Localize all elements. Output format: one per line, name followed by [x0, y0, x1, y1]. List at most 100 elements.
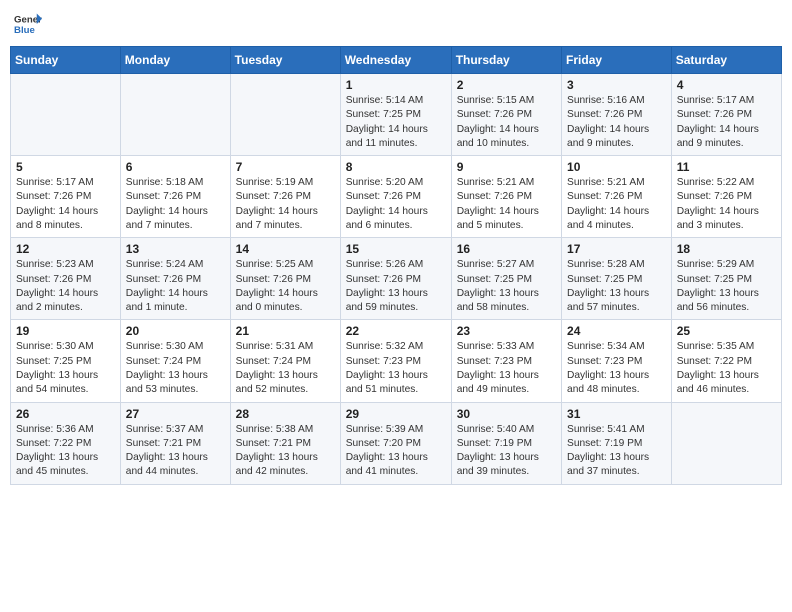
day-info: Sunrise: 5:17 AM Sunset: 7:26 PM Dayligh… — [16, 176, 115, 233]
calendar-cell: 30Sunrise: 5:40 AM Sunset: 7:19 PM Dayli… — [451, 402, 561, 484]
day-header-friday: Friday — [562, 47, 672, 74]
day-number: 24 — [567, 324, 666, 338]
day-info: Sunrise: 5:41 AM Sunset: 7:19 PM Dayligh… — [567, 423, 666, 480]
day-number: 13 — [126, 242, 225, 256]
calendar-header: SundayMondayTuesdayWednesdayThursdayFrid… — [11, 47, 782, 74]
day-number: 20 — [126, 324, 225, 338]
logo-icon: General Blue — [14, 10, 42, 38]
day-header-saturday: Saturday — [671, 47, 781, 74]
day-number: 2 — [457, 78, 556, 92]
day-number: 10 — [567, 160, 666, 174]
day-info: Sunrise: 5:37 AM Sunset: 7:21 PM Dayligh… — [126, 423, 225, 480]
day-number: 11 — [677, 160, 776, 174]
day-info: Sunrise: 5:22 AM Sunset: 7:26 PM Dayligh… — [677, 176, 776, 233]
day-info: Sunrise: 5:30 AM Sunset: 7:24 PM Dayligh… — [126, 340, 225, 397]
day-info: Sunrise: 5:23 AM Sunset: 7:26 PM Dayligh… — [16, 258, 115, 315]
day-info: Sunrise: 5:21 AM Sunset: 7:26 PM Dayligh… — [457, 176, 556, 233]
day-number: 15 — [346, 242, 446, 256]
calendar-cell: 19 Sunrise: 5:30 AM Sunset: 7:25 PM Dayli… — [11, 320, 121, 402]
calendar-cell: 9Sunrise: 5:21 AM Sunset: 7:26 PM Daylig… — [451, 156, 561, 238]
calendar-table: SundayMondayTuesdayWednesdayThursdayFrid… — [10, 46, 782, 485]
day-info: Sunrise: 5:30 AM Sunset: 7:25 PM Dayligh… — [16, 340, 115, 397]
day-info: Sunrise: 5:39 AM Sunset: 7:20 PM Dayligh… — [346, 423, 446, 480]
day-number: 3 — [567, 78, 666, 92]
calendar-cell: 6 Sunrise: 5:18 AM Sunset: 7:26 PM Daylig… — [120, 156, 230, 238]
day-info: Sunrise: 5:15 AM Sunset: 7:26 PM Dayligh… — [457, 94, 556, 151]
day-number: 6 — [126, 160, 225, 174]
calendar-week-4: 19 Sunrise: 5:30 AM Sunset: 7:25 PM Dayli… — [11, 320, 782, 402]
day-info: Sunrise: 5:34 AM Sunset: 7:23 PM Dayligh… — [567, 340, 666, 397]
day-number: 4 — [677, 78, 776, 92]
calendar-week-1: 1 Sunrise: 5:14 AM Sunset: 7:25 PM Daylig… — [11, 74, 782, 156]
day-number: 14 — [236, 242, 335, 256]
day-number: 31 — [567, 407, 666, 421]
day-info: Sunrise: 5:27 AM Sunset: 7:25 PM Dayligh… — [457, 258, 556, 315]
calendar-cell: 2 Sunrise: 5:15 AM Sunset: 7:26 PM Daylig… — [451, 74, 561, 156]
calendar-cell — [671, 402, 781, 484]
calendar-cell: 21Sunrise: 5:31 AM Sunset: 7:24 PM Dayli… — [230, 320, 340, 402]
calendar-cell: 13 Sunrise: 5:24 AM Sunset: 7:26 PM Dayli… — [120, 238, 230, 320]
day-number: 17 — [567, 242, 666, 256]
calendar-cell: 12Sunrise: 5:23 AM Sunset: 7:26 PM Dayli… — [11, 238, 121, 320]
day-info: Sunrise: 5:26 AM Sunset: 7:26 PM Dayligh… — [346, 258, 446, 315]
calendar-cell: 10 Sunrise: 5:21 AM Sunset: 7:26 PM Dayli… — [562, 156, 672, 238]
day-info: Sunrise: 5:28 AM Sunset: 7:25 PM Dayligh… — [567, 258, 666, 315]
day-number: 7 — [236, 160, 335, 174]
day-header-monday: Monday — [120, 47, 230, 74]
day-info: Sunrise: 5:16 AM Sunset: 7:26 PM Dayligh… — [567, 94, 666, 151]
day-info: Sunrise: 5:19 AM Sunset: 7:26 PM Dayligh… — [236, 176, 335, 233]
day-number: 27 — [126, 407, 225, 421]
calendar-week-2: 5 Sunrise: 5:17 AM Sunset: 7:26 PM Daylig… — [11, 156, 782, 238]
calendar-cell: 23 Sunrise: 5:33 AM Sunset: 7:23 PM Dayli… — [451, 320, 561, 402]
day-info: Sunrise: 5:35 AM Sunset: 7:22 PM Dayligh… — [677, 340, 776, 397]
calendar-cell: 26Sunrise: 5:36 AM Sunset: 7:22 PM Dayli… — [11, 402, 121, 484]
calendar-cell: 3 Sunrise: 5:16 AM Sunset: 7:26 PM Daylig… — [562, 74, 672, 156]
calendar-cell: 27 Sunrise: 5:37 AM Sunset: 7:21 PM Dayli… — [120, 402, 230, 484]
day-info: Sunrise: 5:17 AM Sunset: 7:26 PM Dayligh… — [677, 94, 776, 151]
calendar-cell — [230, 74, 340, 156]
day-number: 26 — [16, 407, 115, 421]
day-number: 19 — [16, 324, 115, 338]
calendar-cell: 5 Sunrise: 5:17 AM Sunset: 7:26 PM Daylig… — [11, 156, 121, 238]
calendar-cell: 29 Sunrise: 5:39 AM Sunset: 7:20 PM Dayli… — [340, 402, 451, 484]
calendar-cell: 24 Sunrise: 5:34 AM Sunset: 7:23 PM Dayli… — [562, 320, 672, 402]
day-number: 5 — [16, 160, 115, 174]
calendar-cell: 8Sunrise: 5:20 AM Sunset: 7:26 PM Daylig… — [340, 156, 451, 238]
day-info: Sunrise: 5:32 AM Sunset: 7:23 PM Dayligh… — [346, 340, 446, 397]
day-number: 28 — [236, 407, 335, 421]
day-header-thursday: Thursday — [451, 47, 561, 74]
day-number: 30 — [457, 407, 556, 421]
day-info: Sunrise: 5:18 AM Sunset: 7:26 PM Dayligh… — [126, 176, 225, 233]
day-number: 8 — [346, 160, 446, 174]
day-number: 23 — [457, 324, 556, 338]
page-header: General Blue — [10, 10, 782, 38]
calendar-cell: 18 Sunrise: 5:29 AM Sunset: 7:25 PM Dayli… — [671, 238, 781, 320]
day-number: 21 — [236, 324, 335, 338]
calendar-cell: 14 Sunrise: 5:25 AM Sunset: 7:26 PM Dayli… — [230, 238, 340, 320]
calendar-cell: 28 Sunrise: 5:38 AM Sunset: 7:21 PM Dayli… — [230, 402, 340, 484]
day-info: Sunrise: 5:24 AM Sunset: 7:26 PM Dayligh… — [126, 258, 225, 315]
day-number: 18 — [677, 242, 776, 256]
day-info: Sunrise: 5:33 AM Sunset: 7:23 PM Dayligh… — [457, 340, 556, 397]
day-info: Sunrise: 5:29 AM Sunset: 7:25 PM Dayligh… — [677, 258, 776, 315]
svg-text:Blue: Blue — [14, 25, 35, 36]
day-info: Sunrise: 5:21 AM Sunset: 7:26 PM Dayligh… — [567, 176, 666, 233]
day-info: Sunrise: 5:14 AM Sunset: 7:25 PM Dayligh… — [346, 94, 446, 151]
day-number: 1 — [346, 78, 446, 92]
calendar-cell: 7 Sunrise: 5:19 AM Sunset: 7:26 PM Daylig… — [230, 156, 340, 238]
day-header-tuesday: Tuesday — [230, 47, 340, 74]
calendar-cell: 4 Sunrise: 5:17 AM Sunset: 7:26 PM Daylig… — [671, 74, 781, 156]
day-info: Sunrise: 5:38 AM Sunset: 7:21 PM Dayligh… — [236, 423, 335, 480]
calendar-cell: 25 Sunrise: 5:35 AM Sunset: 7:22 PM Dayli… — [671, 320, 781, 402]
day-header-sunday: Sunday — [11, 47, 121, 74]
day-number: 25 — [677, 324, 776, 338]
day-number: 29 — [346, 407, 446, 421]
calendar-week-3: 12Sunrise: 5:23 AM Sunset: 7:26 PM Dayli… — [11, 238, 782, 320]
calendar-cell: 1 Sunrise: 5:14 AM Sunset: 7:25 PM Daylig… — [340, 74, 451, 156]
calendar-cell — [11, 74, 121, 156]
calendar-cell: 31 Sunrise: 5:41 AM Sunset: 7:19 PM Dayli… — [562, 402, 672, 484]
calendar-cell: 17 Sunrise: 5:28 AM Sunset: 7:25 PM Dayli… — [562, 238, 672, 320]
day-info: Sunrise: 5:25 AM Sunset: 7:26 PM Dayligh… — [236, 258, 335, 315]
calendar-cell: 22Sunrise: 5:32 AM Sunset: 7:23 PM Dayli… — [340, 320, 451, 402]
day-header-wednesday: Wednesday — [340, 47, 451, 74]
